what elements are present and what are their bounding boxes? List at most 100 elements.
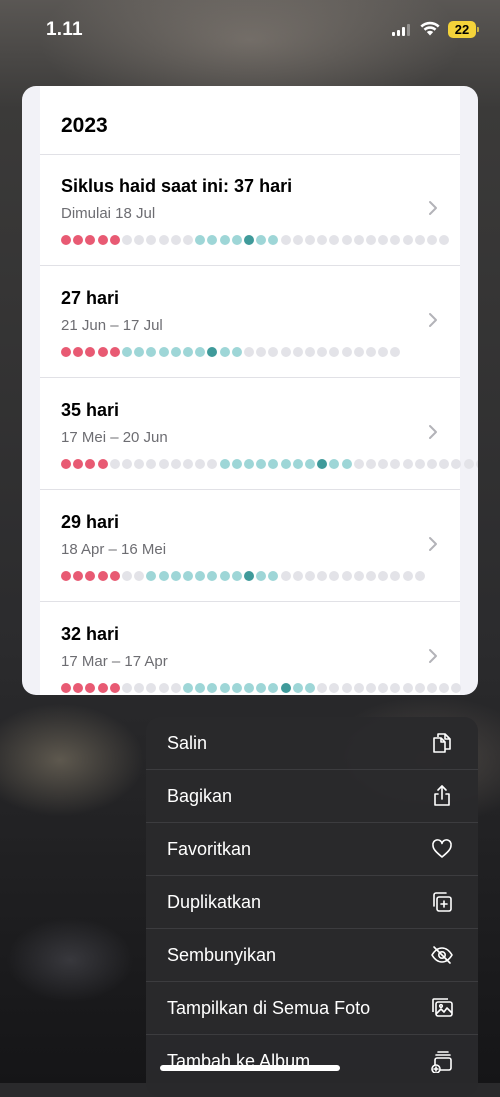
- status-bar: 1.11 22: [0, 0, 500, 60]
- cycle-day-dot: [414, 683, 425, 693]
- cycle-day-dot: [97, 459, 108, 469]
- cycle-dates: Dimulai 18 Jul: [61, 205, 156, 222]
- cycle-day-dot: [244, 235, 254, 245]
- cycle-day-dot: [244, 683, 254, 693]
- heart-icon: [432, 839, 452, 858]
- cycle-title: 27 hari: [61, 288, 120, 308]
- cycle-day-dot: [256, 347, 267, 357]
- menu-item-duplikatkan[interactable]: Duplikatkan: [146, 876, 478, 929]
- cycle-day-dot: [158, 235, 169, 245]
- cycle-day-dot: [451, 683, 462, 693]
- cycle-day-dot: [207, 571, 218, 581]
- cycle-day-dot: [158, 683, 169, 693]
- menu-item-label: Sembunyikan: [167, 945, 277, 965]
- cycle-day-dot: [85, 235, 96, 245]
- menu-item-tampilkan-di-semua-foto[interactable]: Tampilkan di Semua Foto: [146, 982, 478, 1035]
- menu-item-label: Tampilkan di Semua Foto: [167, 998, 371, 1018]
- cycle-day-dot: [61, 347, 71, 357]
- cycle-day-dot: [134, 683, 145, 693]
- cycle-day-dot: [97, 235, 108, 245]
- cycle-day-dot: [219, 459, 230, 469]
- cycle-day-dot: [268, 683, 279, 693]
- cycle-day-dot: [134, 571, 145, 581]
- cycle-day-dot: [341, 235, 352, 245]
- cycle-day-dot: [329, 683, 340, 693]
- cycle-day-dot: [219, 571, 230, 581]
- cycle-day-dot: [341, 459, 352, 469]
- cycle-day-dot: [329, 459, 340, 469]
- cycle-row[interactable]: 35 hari 17 Mei – 20 Jun: [40, 378, 478, 490]
- cycle-day-dot: [378, 235, 389, 245]
- cycle-day-dot: [305, 459, 315, 469]
- cycle-day-dot: [73, 571, 84, 581]
- cycle-day-dot: [378, 459, 389, 469]
- wifi-icon: [420, 21, 440, 36]
- eye-slash-icon: [431, 946, 453, 964]
- cycle-day-dot: [195, 347, 206, 357]
- cycle-day-dot: [280, 235, 291, 245]
- cycle-day-dot: [317, 347, 328, 357]
- cycle-day-dot: [292, 459, 303, 469]
- cycle-day-dot: [183, 459, 193, 469]
- cycle-day-dot: [231, 347, 242, 357]
- cycle-day-dot: [134, 459, 145, 469]
- cycle-day-dot: [256, 683, 267, 693]
- cycle-title: 32 hari: [61, 624, 120, 644]
- cycle-day-dot: [390, 235, 401, 245]
- cycle-dates: 17 Mar – 17 Apr: [61, 653, 168, 670]
- cycle-day-dot: [366, 459, 376, 469]
- cycle-day-dot: [146, 235, 157, 245]
- cycle-day-dot: [61, 571, 71, 581]
- chevron-right-icon: [429, 425, 437, 439]
- cycle-day-dot: [402, 459, 413, 469]
- cycle-day-dot: [122, 571, 132, 581]
- cycle-day-dot: [61, 683, 71, 693]
- cycle-day-dot: [219, 235, 230, 245]
- cycle-day-dot: [183, 683, 193, 693]
- cycle-day-dot: [244, 571, 254, 581]
- menu-item-label: Bagikan: [167, 786, 233, 806]
- cycle-row[interactable]: Siklus haid saat ini: 37 hari Dimulai 18…: [40, 154, 460, 266]
- cycle-day-dot: [109, 235, 120, 245]
- cycle-day-dot: [97, 347, 108, 357]
- menu-item-tambah-ke-album[interactable]: Tambah ke Album: [146, 1035, 478, 1088]
- cycle-row[interactable]: 29 hari 18 Apr – 16 Mei: [40, 490, 460, 602]
- cycle-day-dot: [463, 459, 474, 469]
- cycle-day-dot: [195, 683, 206, 693]
- cycle-row[interactable]: 32 hari 17 Mar – 17 Apr: [40, 602, 462, 695]
- cycle-day-dot: [195, 459, 206, 469]
- cycle-day-dot: [195, 571, 206, 581]
- cycle-day-dot: [170, 571, 181, 581]
- cycle-day-dot: [292, 571, 303, 581]
- cycle-day-dot: [366, 235, 376, 245]
- cycle-row[interactable]: 27 hari 21 Jun – 17 Jul: [40, 266, 460, 378]
- home-indicator[interactable]: [160, 1065, 340, 1071]
- cycle-day-dot: [414, 459, 425, 469]
- cycle-dates: 17 Mei – 20 Jun: [61, 429, 168, 446]
- cycle-day-dot: [122, 459, 132, 469]
- cycle-day-dot: [427, 683, 437, 693]
- cycle-day-dot: [109, 459, 120, 469]
- chevron-right-icon: [429, 313, 437, 327]
- cycle-day-dot: [439, 459, 450, 469]
- menu-item-favoritkan[interactable]: Favoritkan: [146, 823, 478, 876]
- cycle-day-dot: [170, 347, 181, 357]
- add-to-album-icon: [431, 1051, 452, 1073]
- menu-item-bagikan[interactable]: Bagikan: [146, 770, 478, 823]
- cycle-day-dot: [475, 459, 478, 469]
- menu-item-sembunyikan[interactable]: Sembunyikan: [146, 929, 478, 982]
- cycle-title: 35 hari: [61, 400, 120, 420]
- cycle-day-dot: [146, 683, 157, 693]
- menu-item-salin[interactable]: Salin: [146, 717, 478, 770]
- cycle-day-dot: [73, 459, 84, 469]
- cycle-day-dot: [256, 459, 267, 469]
- cycle-day-dot: [292, 347, 303, 357]
- cycle-day-dot: [231, 571, 242, 581]
- cycle-day-dot: [85, 347, 96, 357]
- year-heading: 2023: [61, 114, 108, 137]
- cycle-day-dot: [231, 459, 242, 469]
- cycle-day-dot: [207, 459, 218, 469]
- cycle-day-dot: [122, 683, 132, 693]
- cycle-day-dot: [402, 235, 413, 245]
- context-menu: Salin Bagikan Favoritkan Duplikatkan Sem…: [146, 717, 478, 1097]
